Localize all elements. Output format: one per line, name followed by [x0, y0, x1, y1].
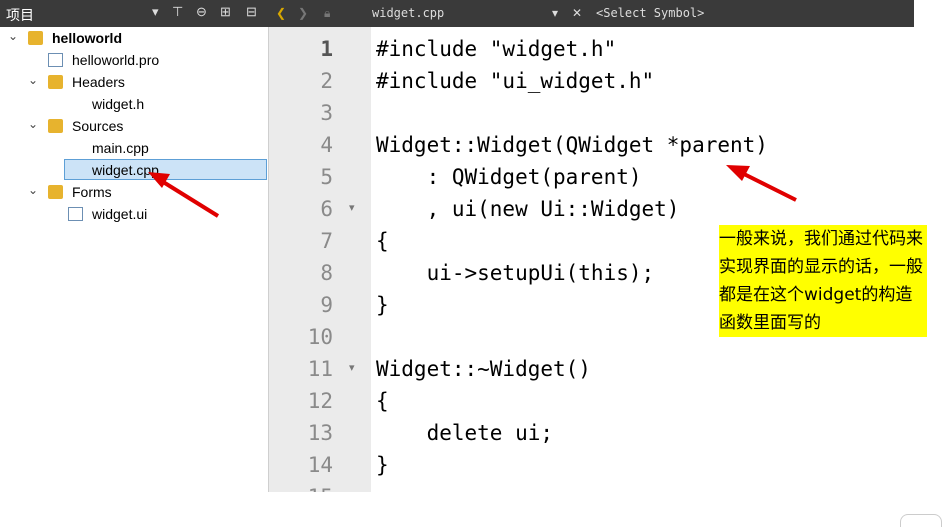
- headers-folder-icon: [48, 75, 63, 89]
- code-line: {: [376, 389, 389, 413]
- scroll-corner: [900, 514, 942, 527]
- code-line: delete ui;: [376, 421, 554, 445]
- project-folder-icon: [28, 31, 43, 45]
- link-icon[interactable]: ⊖: [196, 4, 207, 20]
- close-file-icon[interactable]: ✕: [572, 6, 582, 20]
- lock-icon: 🔒︎: [324, 6, 331, 20]
- tree-item-helloworld[interactable]: ⌄ helloworld: [8, 29, 258, 49]
- tree-item-pro[interactable]: helloworld.pro: [48, 51, 258, 71]
- chevron-down-icon[interactable]: ⌄: [8, 29, 22, 43]
- line-number: 1: [320, 37, 333, 61]
- project-tree: ⌄ helloworld helloworld.pro ⌄ Headers wi…: [0, 27, 269, 492]
- back-icon[interactable]: ❮: [276, 6, 286, 20]
- line-number: 13: [307, 421, 333, 445]
- code-line: , ui(new Ui::Widget): [376, 197, 680, 221]
- code-line: : QWidget(parent): [376, 165, 642, 189]
- tree-item-label: main.cpp: [92, 140, 149, 156]
- filter-icon[interactable]: ⊤: [172, 4, 183, 20]
- line-number: 2: [320, 69, 333, 93]
- project-panel-header: 项目 ▾ ⊤ ⊖ ⊞ ⊟: [0, 0, 268, 27]
- file-dropdown-icon[interactable]: ▾: [552, 6, 558, 20]
- line-number: 4: [320, 133, 333, 157]
- tree-item-main-cpp[interactable]: main.cpp: [92, 139, 252, 159]
- sources-folder-icon: [48, 119, 63, 133]
- forward-icon[interactable]: ❯: [298, 6, 308, 20]
- line-number: 7: [320, 229, 333, 253]
- line-number: 6: [320, 197, 333, 221]
- code-line: }: [376, 293, 389, 317]
- tree-item-label: Forms: [72, 184, 112, 200]
- line-number: 12: [307, 389, 333, 413]
- line-number: 8: [320, 261, 333, 285]
- chevron-down-icon[interactable]: ⌄: [28, 73, 42, 87]
- line-number: 9: [320, 293, 333, 317]
- forms-folder-icon: [48, 185, 63, 199]
- line-number: 5: [320, 165, 333, 189]
- tree-item-widget-cpp[interactable]: widget.cpp: [92, 161, 252, 181]
- code-line: Widget::~Widget(): [376, 357, 591, 381]
- annotation-note: 一般来说，我们通过代码来实现界面的显示的话，一般都是在这个widget的构造函数…: [719, 225, 927, 337]
- fold-marker-icon[interactable]: ▾: [349, 201, 355, 214]
- tree-item-label: widget.ui: [92, 206, 148, 222]
- line-number: 3: [320, 101, 333, 125]
- chevron-down-icon[interactable]: ⌄: [28, 183, 42, 197]
- open-file-name[interactable]: widget.cpp: [372, 6, 444, 20]
- tree-item-widget-h[interactable]: widget.h: [92, 95, 252, 115]
- tree-item-widget-ui[interactable]: widget.ui: [68, 205, 248, 225]
- tree-item-label: widget.h: [92, 96, 145, 112]
- code-line: {: [376, 229, 389, 253]
- code-line: #include "widget.h": [376, 37, 617, 61]
- bottom-area: [0, 492, 944, 527]
- tree-item-headers[interactable]: ⌄ Headers: [28, 73, 258, 93]
- chevron-down-icon[interactable]: ⌄: [28, 117, 42, 131]
- close-pane-icon[interactable]: ⊟: [246, 4, 257, 20]
- tree-item-forms[interactable]: ⌄ Forms: [28, 183, 258, 203]
- project-panel-title: 项目: [6, 7, 34, 23]
- code-line: }: [376, 453, 389, 477]
- line-number: 15: [269, 485, 333, 492]
- tree-item-label: Headers: [72, 74, 125, 90]
- fold-marker-icon[interactable]: ▾: [349, 361, 355, 374]
- ui-file-icon: [68, 207, 83, 221]
- line-number: 14: [307, 453, 333, 477]
- symbol-selector[interactable]: <Select Symbol>: [596, 6, 704, 20]
- code-line: ui->setupUi(this);: [376, 261, 655, 285]
- editor-toolbar: ❮ ❯ 🔒︎ widget.cpp ▾ ✕ <Select Symbol>: [268, 0, 914, 27]
- code-line: #include "ui_widget.h": [376, 69, 655, 93]
- dropdown-icon[interactable]: ▾: [152, 4, 159, 20]
- tree-item-label: Sources: [72, 118, 124, 134]
- tree-item-label: helloworld: [52, 30, 122, 46]
- line-number: 10: [307, 325, 333, 349]
- code-line: Widget::Widget(QWidget *parent): [376, 133, 768, 157]
- line-number: 11: [307, 357, 333, 381]
- tree-item-sources[interactable]: ⌄ Sources: [28, 117, 258, 137]
- tree-item-label: helloworld.pro: [72, 52, 160, 68]
- split-icon[interactable]: ⊞: [220, 4, 231, 20]
- pro-file-icon: [48, 53, 63, 67]
- tree-item-label: widget.cpp: [92, 162, 159, 178]
